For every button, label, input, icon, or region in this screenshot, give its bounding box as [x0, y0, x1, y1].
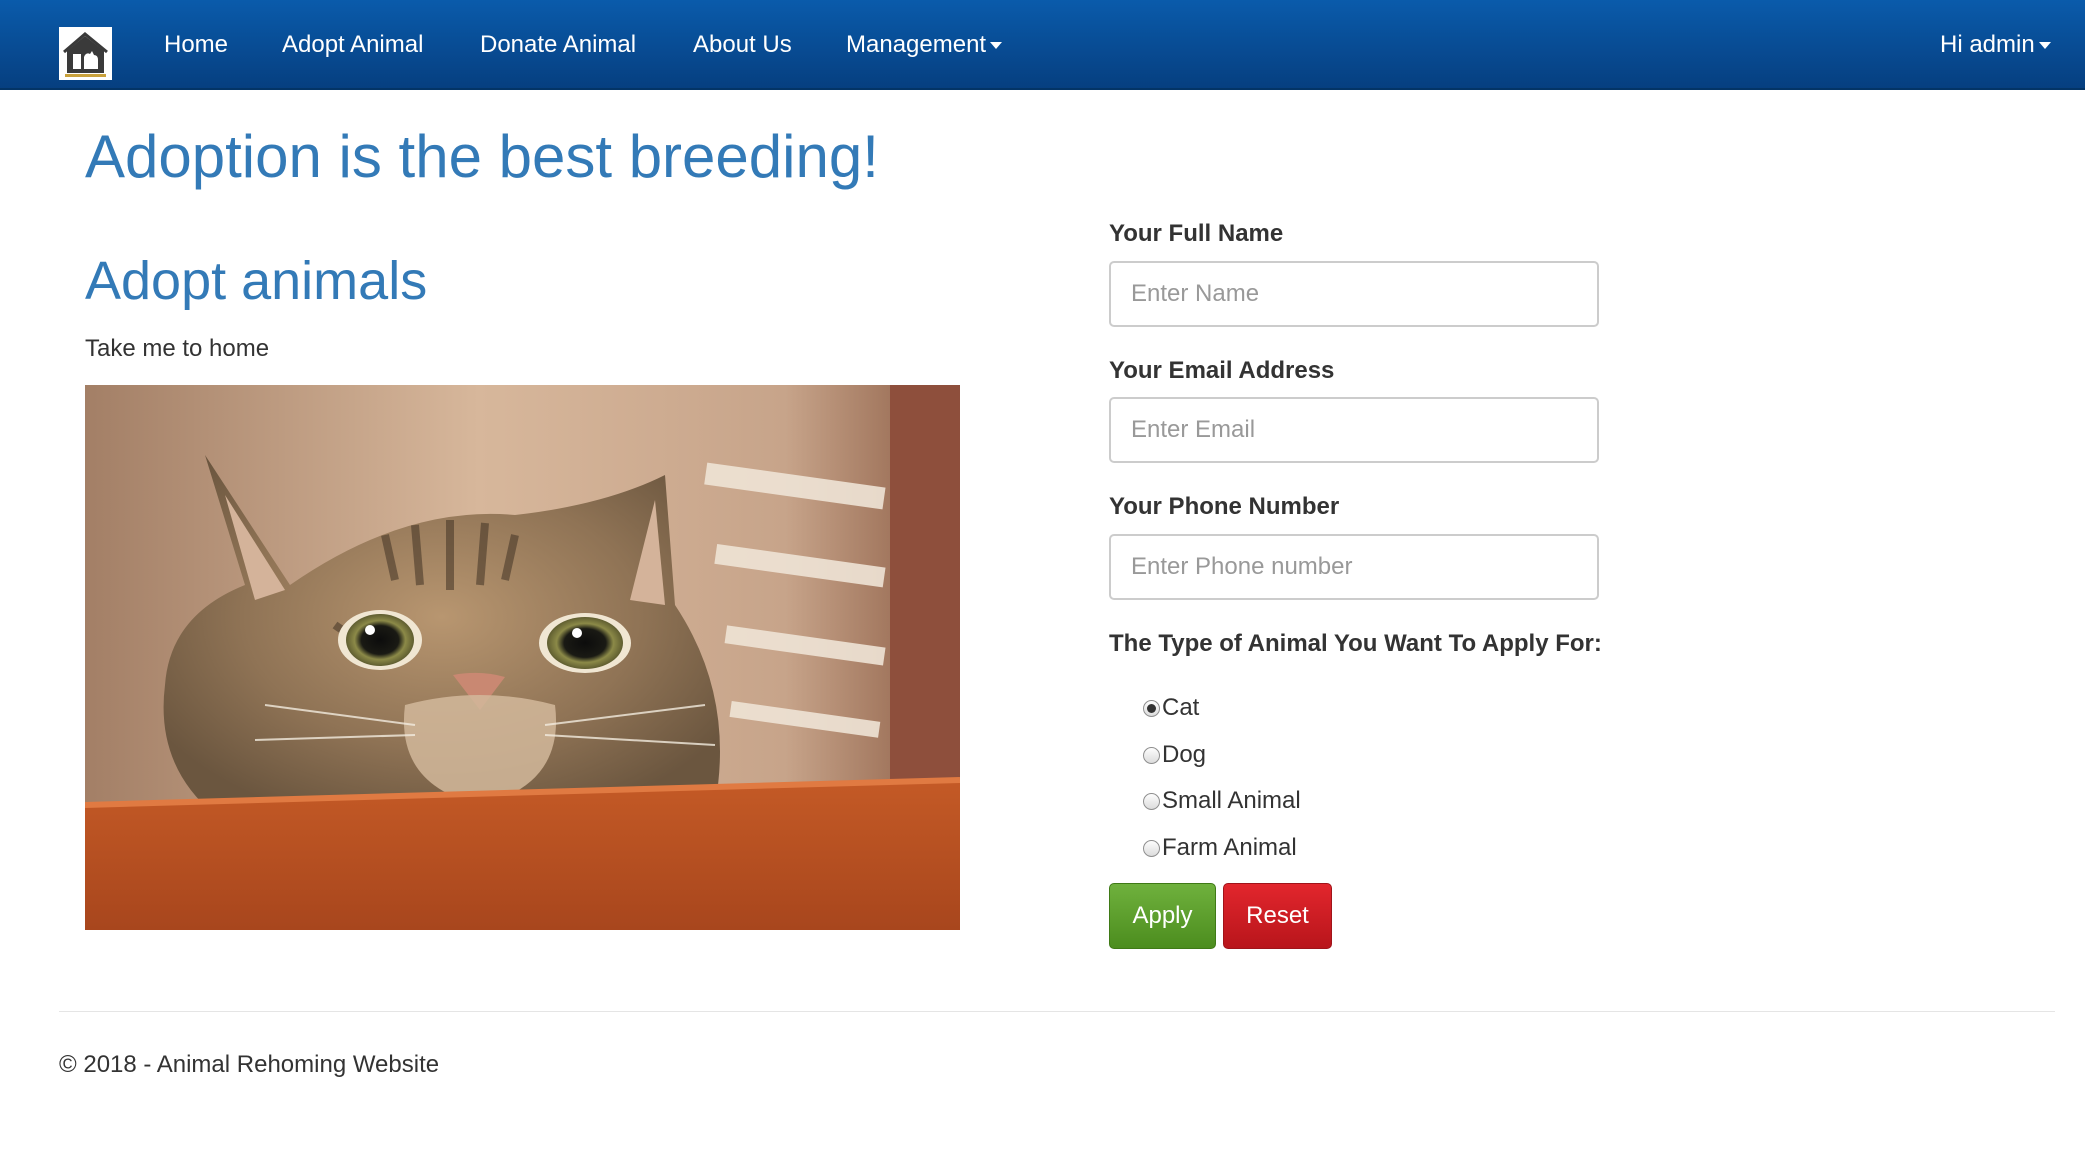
email-input[interactable]: [1109, 397, 1599, 463]
radio-button[interactable]: [1143, 746, 1160, 764]
radio-label: Cat: [1162, 694, 1200, 721]
phone-label: Your Phone Number: [1109, 493, 1340, 520]
animal-type-label: The Type of Animal You Want To Apply For…: [1109, 630, 1602, 657]
radio-label: Dog: [1162, 741, 1207, 768]
section-title: Adopt animals: [85, 251, 428, 311]
house-with-animals-logo-icon: [59, 27, 112, 80]
reset-button[interactable]: Reset: [1223, 883, 1332, 949]
radio-option-dog[interactable]: Dog: [1143, 737, 1206, 773]
radio-button[interactable]: [1143, 839, 1160, 857]
cat-photo: [85, 385, 960, 930]
user-menu-dropdown[interactable]: Hi admin: [1940, 0, 2051, 90]
page-headline: Adoption is the best breeding!: [85, 123, 879, 190]
top-navbar: Home Adopt Animal Donate Animal About Us…: [0, 0, 2085, 90]
nav-home[interactable]: Home: [164, 0, 228, 90]
nav-adopt-animal[interactable]: Adopt Animal: [282, 0, 423, 90]
user-menu-label: Hi admin: [1940, 31, 2035, 58]
radio-option-cat[interactable]: Cat: [1143, 690, 1199, 726]
tagline: Take me to home: [85, 335, 270, 362]
apply-button[interactable]: Apply: [1109, 883, 1216, 949]
email-label: Your Email Address: [1109, 357, 1335, 384]
nav-donate-animal[interactable]: Donate Animal: [480, 0, 636, 90]
cat-image: [85, 385, 960, 930]
radio-label: Farm Animal: [1162, 834, 1297, 861]
chevron-down-icon: [2038, 42, 2051, 50]
full-name-label: Your Full Name: [1109, 220, 1284, 247]
nav-management-label: Management: [846, 31, 987, 58]
phone-input[interactable]: [1109, 534, 1599, 600]
radio-label: Small Animal: [1162, 787, 1301, 814]
footer-copyright: © 2018 - Animal Rehoming Website: [59, 1051, 440, 1078]
nav-about-us[interactable]: About Us: [693, 0, 792, 90]
radio-button[interactable]: [1143, 792, 1160, 810]
radio-option-farm-animal[interactable]: Farm Animal: [1143, 830, 1297, 866]
radio-option-small-animal[interactable]: Small Animal: [1143, 783, 1301, 819]
nav-management-dropdown[interactable]: Management: [846, 0, 1003, 90]
chevron-down-icon: [990, 42, 1003, 50]
full-name-input[interactable]: [1109, 261, 1599, 327]
radio-button[interactable]: [1143, 699, 1160, 717]
home-logo-link[interactable]: [59, 27, 112, 80]
footer-divider: [59, 1011, 2055, 1012]
